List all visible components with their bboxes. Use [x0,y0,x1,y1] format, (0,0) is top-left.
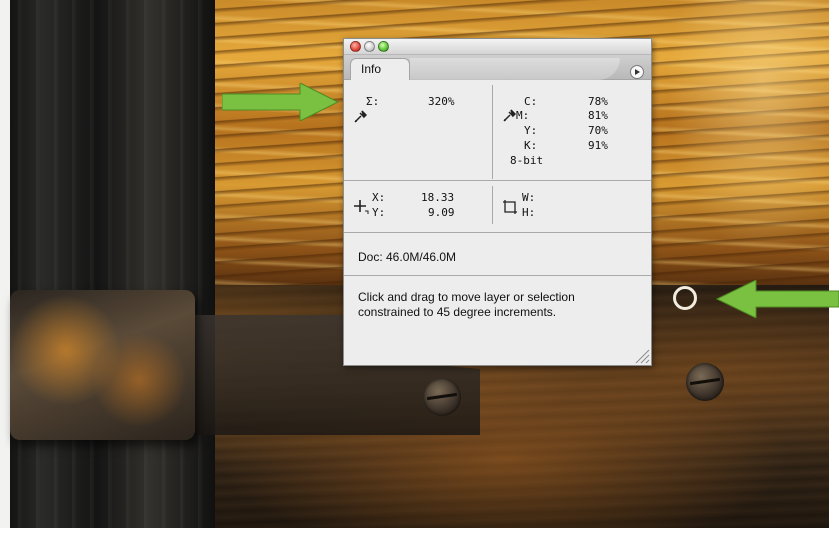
crosshair-icon [354,200,369,214]
sum-label: Σ: [366,95,380,108]
cmyk-m-value: 81% [588,109,608,122]
cmyk-c-value: 78% [588,95,608,108]
cmyk-k-label: K: [524,139,538,152]
selection-size-icon [503,200,517,214]
x-value: 18.33 [421,191,455,204]
section-divider [344,275,651,276]
eyedropper-icon[interactable] [353,110,367,124]
zoom-button[interactable] [378,41,389,52]
screw-head [686,363,724,401]
screw-head [423,378,461,416]
status-text-line1: Click and drag to move layer or selectio… [358,290,575,304]
eyedropper-icon[interactable] [502,109,516,123]
tab-bar-swoop [410,58,620,80]
w-label: W: [522,191,536,204]
section-divider [344,180,651,181]
photo-canvas[interactable]: Info Σ: 320% C: 78% M: 81% Y: 70% K: 91%… [0,0,839,533]
divider [492,186,493,224]
arrow-left-icon [716,280,839,318]
arrow-right-icon [222,83,340,121]
cmyk-m-label: M: [516,109,530,122]
cmyk-c-label: C: [524,95,538,108]
image-border-bottom [0,528,839,533]
panel-titlebar[interactable] [344,39,651,55]
background-highlight [650,0,839,285]
close-button[interactable] [350,41,361,52]
minimize-button[interactable] [364,41,375,52]
background-dark-post [0,0,215,533]
resize-grip-icon[interactable] [630,344,650,364]
cmyk-y-label: Y: [524,124,538,137]
y-label: Y: [372,206,386,219]
cmyk-k-value: 91% [588,139,608,152]
bit-depth: 8-bit [510,154,544,167]
panel-menu-icon[interactable] [630,65,644,79]
doc-size-info[interactable]: Doc: 46.0M/46.0M [358,250,456,264]
image-border-right [829,0,839,533]
panel-tab-bar: Info [344,55,651,80]
x-label: X: [372,191,386,204]
background-left-edge [0,0,10,533]
y-value: 9.09 [428,206,455,219]
divider [492,85,493,179]
sum-value: 320% [428,95,455,108]
section-divider [344,232,651,233]
cmyk-y-value: 70% [588,124,608,137]
background-hinge-knuckle [10,290,195,440]
sample-point-circle[interactable] [673,286,697,310]
tab-info[interactable]: Info [350,58,410,80]
info-panel[interactable]: Info Σ: 320% C: 78% M: 81% Y: 70% K: 91%… [343,38,652,366]
h-label: H: [522,206,536,219]
status-text-line2: constrained to 45 degree increments. [358,305,557,319]
